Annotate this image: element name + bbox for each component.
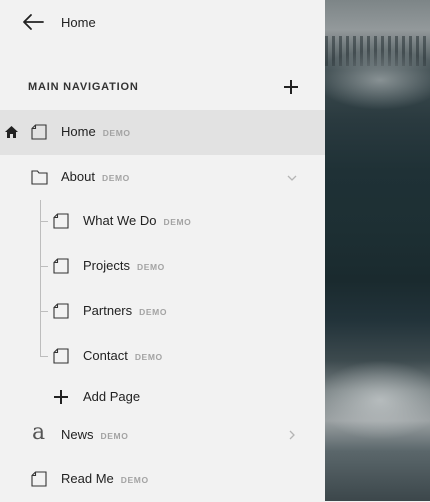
nav-item-home[interactable]: Home DEMO (0, 110, 325, 155)
nav-item-news[interactable]: a News DEMO (0, 413, 325, 458)
page-icon (53, 348, 69, 364)
back-label: Home (61, 14, 96, 30)
nav-item-label: About (61, 169, 95, 184)
nav-item-label: Home (61, 124, 96, 139)
nav-item-label: Read Me (61, 471, 114, 486)
chevron-right-icon[interactable] (287, 430, 297, 440)
main-navigation-header: MAIN NAVIGATION (28, 80, 298, 94)
section-title: MAIN NAVIGATION (28, 81, 139, 93)
nav-item-projects[interactable]: Projects DEMO (0, 244, 325, 289)
page-icon (31, 124, 47, 140)
demo-badge: DEMO (120, 475, 149, 485)
page-icon (53, 213, 69, 229)
nav-item-label: What We Do (83, 213, 157, 228)
demo-badge: DEMO (139, 307, 168, 317)
demo-badge: DEMO (134, 352, 163, 362)
mist-overlay (325, 50, 430, 110)
chevron-down-icon[interactable] (287, 173, 297, 183)
nav-item-label: Projects (83, 258, 130, 273)
home-icon (5, 126, 18, 138)
nav-item-what-we-do[interactable]: What We Do DEMO (0, 199, 325, 244)
nav-item-about[interactable]: About DEMO (0, 155, 325, 200)
demo-badge: DEMO (101, 173, 130, 183)
demo-badge: DEMO (102, 128, 131, 138)
back-button[interactable]: Home (22, 10, 96, 34)
page-icon (53, 258, 69, 274)
page-icon (31, 471, 47, 487)
demo-badge: DEMO (136, 262, 165, 272)
nav-item-partners[interactable]: Partners DEMO (0, 289, 325, 334)
site-preview-image (325, 0, 430, 501)
nav-item-read-me[interactable]: Read Me DEMO (0, 457, 325, 502)
page-icon (53, 303, 69, 319)
add-icon[interactable] (284, 80, 298, 94)
nav-item-contact[interactable]: Contact DEMO (0, 334, 325, 379)
demo-badge: DEMO (100, 431, 129, 441)
folder-icon (31, 170, 48, 185)
nav-item-label: News (61, 427, 94, 442)
nav-item-label: Partners (83, 303, 133, 318)
blog-icon: a (32, 420, 46, 445)
add-page-label: Add Page (83, 389, 141, 404)
nav-item-label: Contact (83, 348, 128, 363)
demo-badge: DEMO (163, 217, 192, 227)
mist-overlay (325, 360, 430, 440)
plus-icon (54, 390, 68, 404)
arrow-left-icon (23, 14, 44, 30)
navigation-panel: Home MAIN NAVIGATION Home DEMO About DEM… (0, 0, 325, 501)
